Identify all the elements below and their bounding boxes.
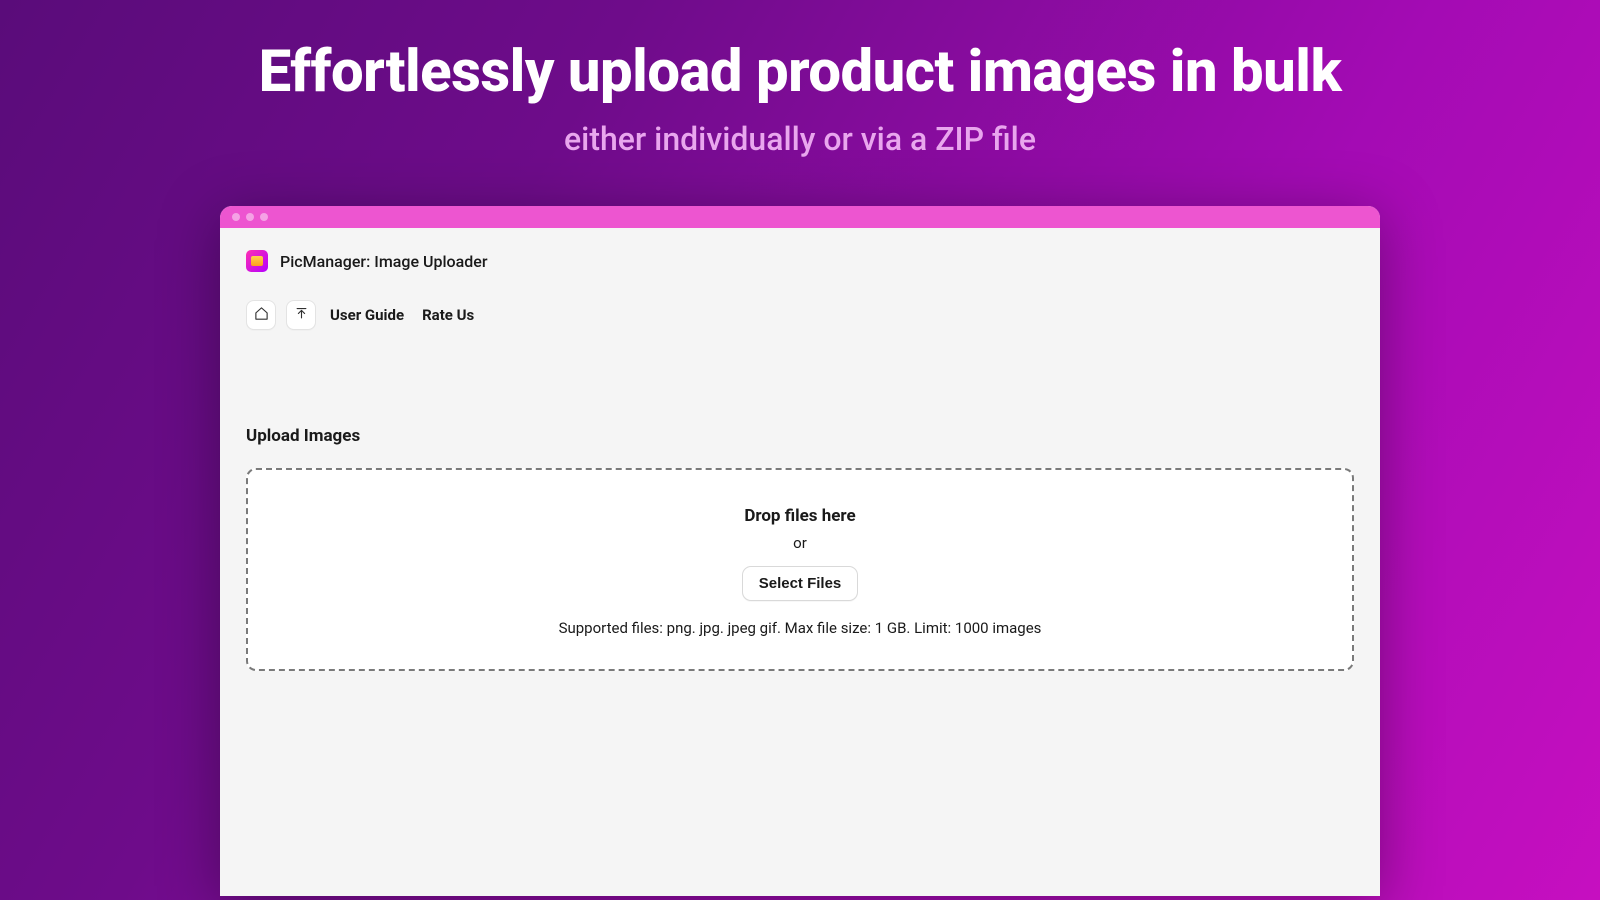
upload-button[interactable] <box>286 300 316 330</box>
app-pane: PicManager: Image Uploader User Guide Ra… <box>220 228 1380 896</box>
home-button[interactable] <box>246 300 276 330</box>
app-window: PicManager: Image Uploader User Guide Ra… <box>220 206 1380 896</box>
app-header: PicManager: Image Uploader <box>246 250 1354 272</box>
dropzone-hint: Supported files: png. jpg. jpeg gif. Max… <box>559 619 1042 637</box>
hero-subtitle: either individually or via a ZIP file <box>564 120 1036 158</box>
hero-title: Effortlessly upload product images in bu… <box>259 38 1342 106</box>
home-icon <box>254 306 269 325</box>
dropzone-or-text: or <box>793 534 807 552</box>
traffic-zoom-icon[interactable] <box>260 213 268 221</box>
window-titlebar <box>220 206 1380 228</box>
traffic-close-icon[interactable] <box>232 213 240 221</box>
select-files-button[interactable]: Select Files <box>742 566 859 601</box>
rate-us-link[interactable]: Rate Us <box>418 302 478 328</box>
user-guide-link[interactable]: User Guide <box>326 302 408 328</box>
traffic-minimize-icon[interactable] <box>246 213 254 221</box>
upload-dropzone[interactable]: Drop files here or Select Files Supporte… <box>246 468 1354 671</box>
app-logo-icon <box>246 250 268 272</box>
dropzone-title: Drop files here <box>744 506 855 526</box>
upload-arrow-icon <box>294 306 309 325</box>
app-title: PicManager: Image Uploader <box>280 252 487 271</box>
toolbar: User Guide Rate Us <box>246 300 1354 330</box>
upload-section-title: Upload Images <box>246 426 1354 446</box>
